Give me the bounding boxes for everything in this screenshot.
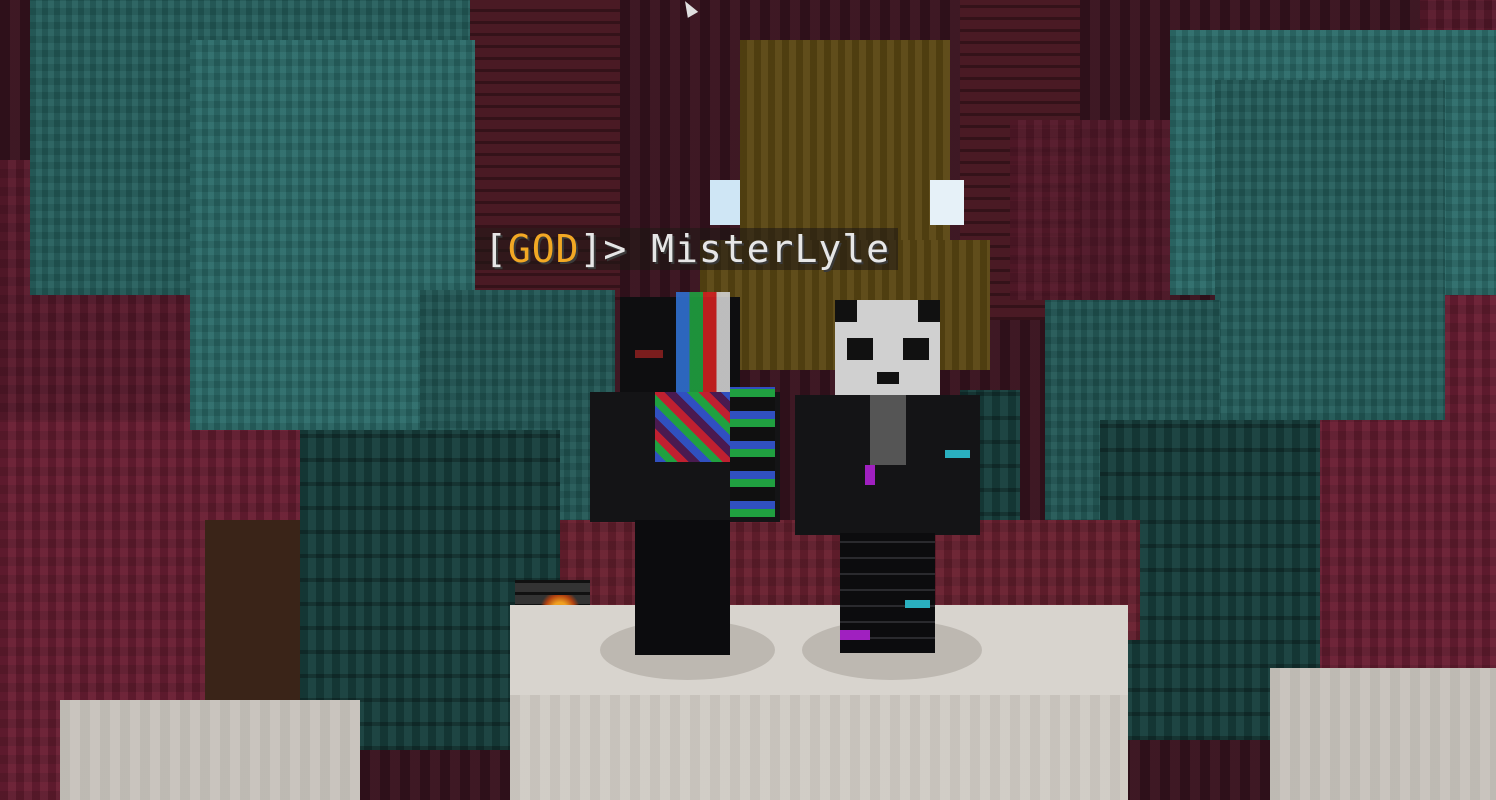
quartz-slab-right [1270, 668, 1496, 800]
warped-wart-block-right [1215, 80, 1445, 420]
quartz-slab-left [60, 700, 360, 800]
light-glow-right [930, 180, 964, 225]
panda-hoodie-strings [870, 395, 906, 465]
panda-ear-right [918, 300, 940, 322]
panda-leg-accent-cyan [905, 600, 930, 608]
nametag-player-name: MisterLyle [651, 227, 890, 271]
statue-legs [635, 520, 730, 655]
nametag-rank: GOD [507, 227, 580, 271]
player-nametag: [GOD]> MisterLyle [476, 228, 898, 270]
panda-skin-statue[interactable] [795, 300, 985, 655]
statue-scarf [655, 392, 735, 462]
statue-arm-right [730, 387, 775, 517]
panda-accent-purple [865, 465, 875, 485]
panda-nose [877, 372, 899, 384]
panda-ear-left [835, 300, 857, 322]
panda-leg-accent-purple [840, 630, 870, 640]
nametag-close-bracket: ]> [579, 227, 652, 271]
colorful-skin-statue[interactable] [590, 292, 780, 657]
light-glow-left [710, 180, 740, 225]
statue-eye [635, 350, 663, 358]
crimson-back-block [1010, 120, 1170, 300]
game-viewport: [GOD]> MisterLyle [0, 0, 1496, 800]
panda-eye-right [903, 338, 929, 360]
panda-eye-left [847, 338, 873, 360]
wood-block-left [205, 520, 315, 720]
statue-party-hat [676, 292, 730, 392]
nametag-open-bracket: [ [484, 227, 508, 271]
panda-accent-cyan [945, 450, 970, 458]
